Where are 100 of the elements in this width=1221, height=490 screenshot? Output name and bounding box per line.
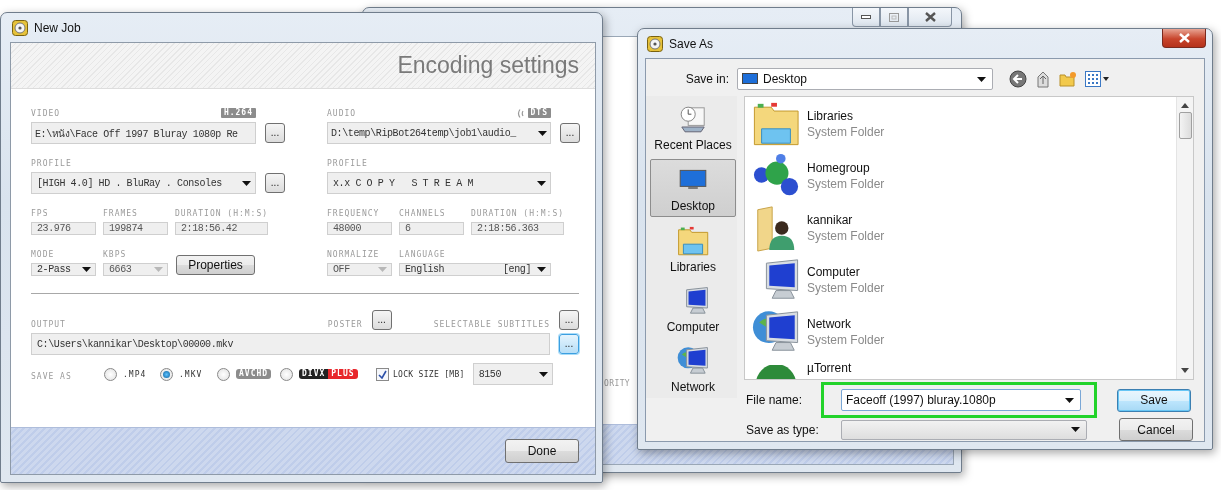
up-folder-icon[interactable]	[1035, 70, 1051, 88]
file-type: System Folder	[807, 333, 885, 347]
dropdown: 6663	[103, 263, 168, 276]
view-grid-icon[interactable]	[1085, 71, 1109, 87]
file-name-field[interactable]: Faceoff (1997) bluray.1080p	[841, 389, 1081, 411]
close-icon	[924, 12, 936, 22]
scroll-thumb[interactable]	[1178, 112, 1192, 139]
dropdown-arrow-icon	[82, 267, 91, 272]
field-label: PROFILE	[31, 159, 72, 168]
library-folder-icon	[677, 224, 709, 257]
disc-app-icon	[12, 19, 28, 36]
browse-button[interactable]: ...	[559, 334, 579, 354]
place-item[interactable]: Desktop	[650, 159, 736, 217]
minimize-button[interactable]	[852, 8, 880, 27]
file-item[interactable]: Network System Folder	[751, 306, 1176, 358]
scroll-down-icon	[1181, 368, 1189, 373]
scrollbar[interactable]	[1176, 97, 1193, 379]
profile-select[interactable]: x.x C O P Y S T R E A M	[327, 172, 551, 194]
profile-select[interactable]: [HIGH 4.0] HD . BluRay . Consoles	[31, 172, 256, 194]
location-dropdown[interactable]: Desktop	[737, 68, 993, 90]
cancel-button[interactable]: Cancel	[1119, 418, 1193, 441]
radio-button[interactable]	[160, 367, 173, 381]
format-badge: PLUS	[328, 369, 358, 379]
file-item[interactable]: kannikar System Folder	[751, 202, 1176, 254]
readonly-field: 23.976	[31, 222, 96, 235]
file-item[interactable]: Computer System Folder	[751, 254, 1176, 306]
output-field[interactable]: C:\Users\kannikar\Desktop\00000.mkv	[31, 333, 550, 355]
file-type: System Folder	[807, 229, 885, 243]
close-button[interactable]	[908, 8, 952, 27]
new-folder-icon[interactable]	[1059, 71, 1077, 87]
field-label: CHANNELS	[399, 209, 446, 218]
source-field[interactable]: D:\temp\RipBot264temp\job1\audio_	[327, 122, 551, 144]
source-field[interactable]: E:\หนัง\Face Off 1997 Bluray 1080p Re	[31, 122, 256, 144]
file-item[interactable]: Homegroup System Folder	[751, 150, 1176, 202]
dropdown-arrow-icon	[154, 267, 163, 272]
readonly-field: 199874	[103, 222, 168, 235]
file-name: µTorrent	[807, 361, 852, 375]
dropdown-arrow-icon	[242, 180, 251, 186]
file-item[interactable]: µTorrent	[751, 358, 1176, 379]
file-name: Homegroup	[807, 161, 871, 175]
field-label: KBPS	[103, 250, 127, 259]
browse-button[interactable]: ...	[265, 173, 285, 193]
field-label: AUDIO	[327, 109, 357, 118]
radio-button[interactable]	[217, 367, 230, 381]
field-label: FREQUENCY	[327, 209, 380, 218]
window-title: Save As	[669, 36, 714, 51]
dropdown-arrow-icon	[977, 76, 986, 82]
field-label: DURATION (H:M:S)	[471, 209, 565, 218]
dropdown-arrow-icon	[1071, 427, 1080, 432]
dropdown-arrow-icon	[1065, 397, 1074, 403]
dropdown[interactable]: English [eng]	[399, 263, 551, 276]
radio-button[interactable]	[104, 367, 117, 381]
readonly-field: 48000	[327, 222, 392, 235]
readonly-field: 2:18:56.42	[175, 222, 269, 235]
place-item[interactable]: Network	[650, 341, 736, 397]
save-button[interactable]: Save	[1117, 388, 1191, 412]
checkbox-label: LOCK SIZE [MB]	[393, 369, 465, 379]
place-item[interactable]: Recent Places	[650, 99, 736, 155]
monitor-icon	[742, 72, 758, 86]
place-item[interactable]: Computer	[650, 281, 736, 337]
globe-computer-icon	[677, 344, 709, 377]
close-button[interactable]	[1162, 29, 1206, 48]
back-icon[interactable]	[1009, 70, 1027, 88]
dropdown-arrow-icon	[537, 267, 546, 272]
dropdown-arrow-icon	[538, 130, 547, 136]
file-name: Network	[807, 317, 852, 331]
language-code: [eng]	[503, 264, 531, 275]
done-button[interactable]: Done	[505, 439, 579, 463]
browse-button[interactable]: ...	[560, 123, 580, 143]
file-type-dropdown[interactable]	[841, 419, 1087, 440]
readonly-field: 2:18:56.363	[471, 222, 565, 235]
maximize-button[interactable]	[880, 8, 908, 27]
properties-button[interactable]: Properties	[176, 255, 255, 275]
dropdown-arrow-icon	[538, 371, 548, 377]
dropdown[interactable]: 2-Pass	[31, 263, 96, 276]
file-item[interactable]: Libraries System Folder	[751, 98, 1176, 150]
field-label: VIDEO	[31, 109, 61, 118]
file-type: System Folder	[807, 281, 885, 295]
disc-app-icon	[647, 35, 663, 52]
browse-button[interactable]: ...	[265, 123, 285, 143]
checkbox[interactable]	[376, 367, 389, 381]
header-title: Encoding settings	[397, 52, 579, 79]
scroll-up-icon	[1181, 103, 1189, 108]
maximize-icon	[889, 12, 899, 22]
place-item[interactable]: Libraries	[650, 221, 736, 277]
window-title: New Job	[34, 20, 81, 35]
browse-button[interactable]: ...	[371, 310, 392, 330]
field-label: File name:	[745, 393, 804, 407]
minimize-icon	[861, 15, 871, 19]
field-label: POSTER	[327, 320, 363, 329]
check-icon	[378, 369, 387, 379]
size-select[interactable]: 8150	[472, 363, 553, 385]
field-label: OUTPUT	[31, 320, 66, 329]
field-label: SELECTABLE SUBTITLES	[433, 320, 550, 329]
browse-button[interactable]: ...	[559, 310, 579, 330]
sound-wave-icon	[516, 108, 525, 118]
file-type: System Folder	[807, 125, 885, 139]
radio-button[interactable]	[280, 367, 293, 381]
field-label: Save as type:	[745, 422, 820, 437]
dropdown-arrow-icon	[378, 267, 387, 272]
